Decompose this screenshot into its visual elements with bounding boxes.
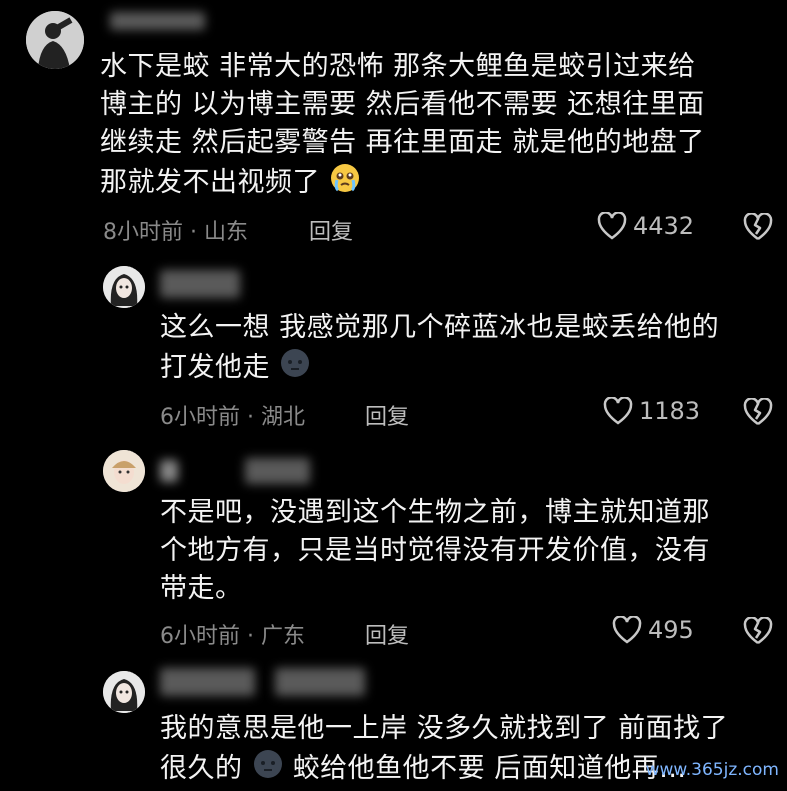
username-redacted bbox=[160, 460, 178, 482]
heart-outline-icon bbox=[612, 616, 642, 644]
like-button[interactable]: 4432 bbox=[597, 212, 694, 240]
username-redacted bbox=[110, 12, 205, 30]
dislike-button[interactable] bbox=[742, 397, 774, 430]
avatar[interactable] bbox=[26, 11, 84, 69]
avatar[interactable] bbox=[103, 266, 145, 308]
comment-meta: 6小时前 · 广东 bbox=[160, 624, 305, 649]
username-redacted bbox=[245, 458, 310, 484]
like-count: 4432 bbox=[633, 212, 695, 240]
dark-face-emoji bbox=[279, 347, 311, 390]
comment-text: 我的意思是他一上岸 没多久就找到了 前面找了 很久的 蛟给他鱼他不要 后面知道他… bbox=[160, 710, 728, 791]
broken-heart-icon bbox=[743, 212, 773, 241]
broken-heart-icon bbox=[743, 616, 773, 645]
crying-face-emoji bbox=[329, 162, 361, 205]
reply-button[interactable]: 回复 bbox=[365, 399, 409, 431]
dislike-button[interactable] bbox=[742, 616, 774, 649]
comment-text: 水下是蛟 非常大的恐怖 那条大鲤鱼是蛟引过来给 博主的 以为博主需要 然后看他不… bbox=[100, 48, 705, 205]
comment-text: 这么一想 我感觉那几个碎蓝冰也是蛟丢给他的 打发他走 bbox=[160, 309, 719, 390]
watermark: www.365jz.com bbox=[645, 760, 779, 780]
like-count: 1183 bbox=[639, 397, 701, 425]
comment-meta: 6小时前 · 湖北 bbox=[160, 405, 305, 430]
username-redacted bbox=[160, 668, 255, 696]
heart-outline-icon bbox=[603, 397, 633, 425]
reply-button[interactable]: 回复 bbox=[309, 214, 353, 246]
broken-heart-icon bbox=[743, 397, 773, 426]
reply-button[interactable]: 回复 bbox=[365, 618, 409, 650]
dark-face-emoji bbox=[252, 748, 284, 791]
like-button[interactable]: 495 bbox=[612, 616, 694, 644]
comment-text: 不是吧，没遇到这个生物之前，博主就知道那 个地方有，只是当时觉得没有开发价值，没… bbox=[160, 497, 710, 604]
heart-outline-icon bbox=[597, 212, 627, 240]
avatar[interactable] bbox=[103, 450, 145, 492]
like-button[interactable]: 1183 bbox=[603, 397, 700, 425]
dislike-button[interactable] bbox=[742, 212, 774, 245]
username-redacted bbox=[275, 668, 365, 696]
comment-meta: 8小时前 · 山东 bbox=[103, 220, 248, 245]
avatar[interactable] bbox=[103, 671, 145, 713]
like-count: 495 bbox=[648, 616, 694, 644]
username-redacted bbox=[160, 270, 240, 298]
